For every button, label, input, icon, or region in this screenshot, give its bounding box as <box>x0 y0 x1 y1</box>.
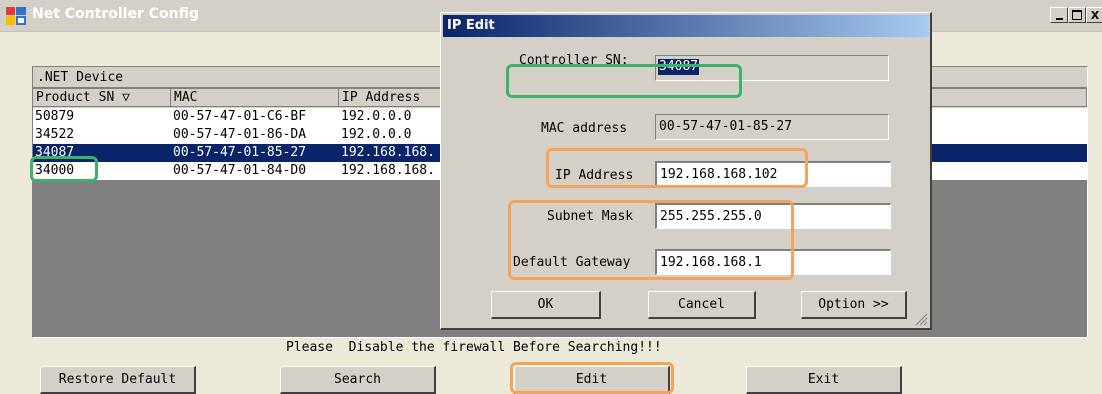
restore-default-button[interactable]: Restore Default <box>40 366 196 394</box>
default-gateway-label: Default Gateway <box>513 255 631 270</box>
ip-address-input[interactable] <box>655 161 891 187</box>
controller-sn-value: 34087 <box>658 59 700 75</box>
minimize-icon <box>1055 17 1063 20</box>
cancel-button[interactable]: Cancel <box>648 291 756 319</box>
ok-button[interactable]: OK <box>491 291 601 319</box>
close-icon: X <box>1090 8 1100 22</box>
option-button[interactable]: Option >> <box>801 291 907 319</box>
cell-mac: 00-57-47-01-85-27 <box>173 145 307 160</box>
cell-mac: 00-57-47-01-86-DA <box>173 127 307 142</box>
firewall-warning: Please Disable the firewall Before Searc… <box>286 340 662 355</box>
column-header-product-sn[interactable]: Product SN ▽ <box>33 89 171 107</box>
cell-product-sn: 34522 <box>35 127 75 142</box>
window-title: Net Controller Config <box>32 6 199 22</box>
minimize-button[interactable] <box>1050 7 1068 23</box>
edit-button[interactable]: Edit <box>514 366 670 394</box>
exit-button[interactable]: Exit <box>746 366 902 394</box>
mac-address-field: 00-57-47-01-85-27 <box>655 114 889 140</box>
subnet-mask-label: Subnet Mask <box>547 209 634 224</box>
controller-sn-label: Controller SN: <box>519 53 629 68</box>
subnet-mask-input[interactable] <box>655 203 891 229</box>
cell-mac: 00-57-47-01-84-D0 <box>173 163 307 178</box>
default-gateway-input[interactable] <box>655 249 891 275</box>
dialog-titlebar[interactable]: IP Edit <box>443 15 929 37</box>
mac-address-label: MAC address <box>541 121 628 136</box>
cell-mac: 00-57-47-01-C6-BF <box>173 109 307 124</box>
dialog-title: IP Edit <box>447 18 495 33</box>
maximize-button[interactable] <box>1068 7 1086 23</box>
maximize-icon <box>1072 10 1082 20</box>
ip-edit-dialog: IP Edit Controller SN: 34087 MAC address… <box>440 12 932 330</box>
close-button[interactable]: X <box>1086 7 1102 23</box>
column-header-mac[interactable]: MAC <box>171 89 339 107</box>
size-grip-icon[interactable] <box>914 312 928 326</box>
controller-sn-field[interactable]: 34087 <box>655 55 889 81</box>
cell-product-sn: 34087 <box>35 145 75 160</box>
search-button[interactable]: Search <box>280 366 436 394</box>
app-icon <box>6 7 26 25</box>
ip-address-label: IP Address <box>555 168 634 183</box>
cell-product-sn: 50879 <box>35 109 75 124</box>
cell-product-sn: 34000 <box>35 163 75 178</box>
